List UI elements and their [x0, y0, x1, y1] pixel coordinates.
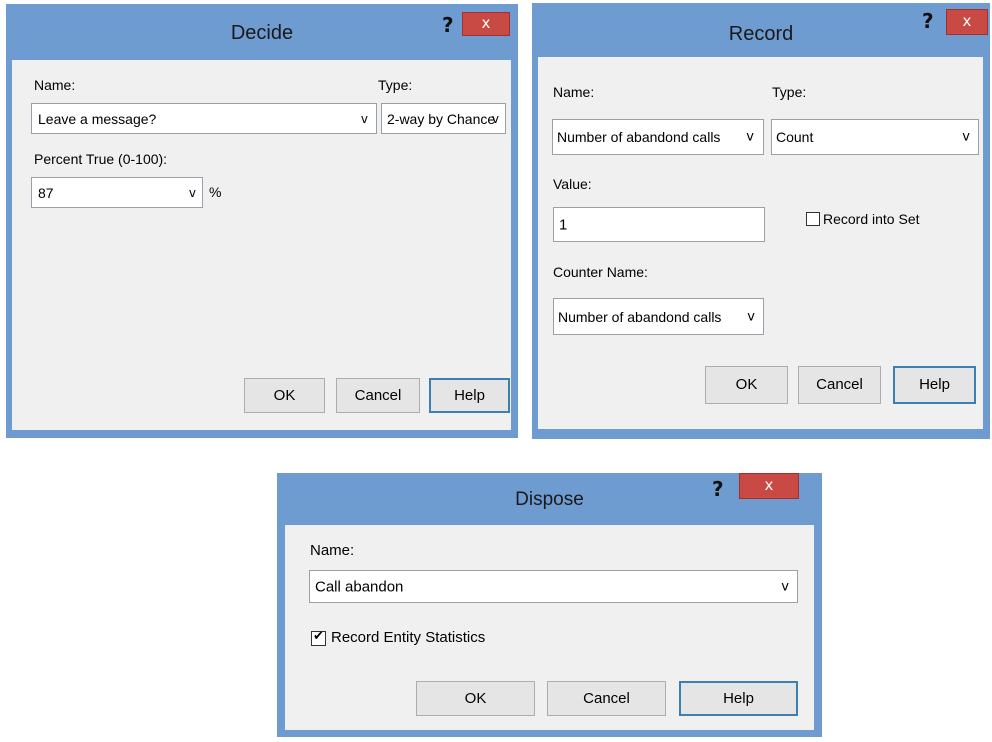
record-into-set-label: Record into Set	[823, 211, 920, 227]
help-icon[interactable]: ?	[712, 477, 724, 501]
decide-titlebar[interactable]: Decide ? x	[6, 4, 518, 58]
ok-button[interactable]: OK	[244, 378, 325, 413]
close-icon[interactable]: x	[462, 12, 510, 36]
record-into-set-checkbox[interactable]	[806, 212, 820, 226]
cancel-button[interactable]: Cancel	[798, 366, 881, 404]
name-value: Call abandon	[315, 578, 404, 595]
checkmark-icon: ✔	[313, 629, 324, 644]
name-value: Leave a message?	[38, 110, 157, 127]
type-combobox[interactable]: Count v	[771, 119, 979, 155]
help-icon[interactable]: ?	[922, 9, 934, 33]
type-value: 2-way by Chance	[387, 110, 496, 127]
type-label: Type:	[772, 84, 807, 100]
value-label: Value:	[553, 176, 592, 192]
close-icon[interactable]: x	[739, 473, 799, 499]
record-entity-statistics-checkbox[interactable]: ✔	[311, 629, 326, 646]
percent-true-combobox[interactable]: 87 v	[31, 177, 203, 208]
counter-name-value: Number of abandond calls	[558, 308, 722, 325]
percent-unit: %	[209, 184, 222, 200]
name-label: Name:	[34, 77, 76, 93]
percent-true-label: Percent True (0-100):	[34, 151, 168, 167]
decide-dialog: Decide ? x Name: Type: Leave a message? …	[6, 4, 518, 438]
record-client-area: Name: Type: Number of abandond calls v C…	[538, 57, 983, 429]
type-label: Type:	[378, 77, 413, 93]
chevron-down-icon[interactable]: v	[492, 112, 499, 126]
chevron-down-icon[interactable]: v	[189, 186, 196, 200]
name-combobox[interactable]: Call abandon v	[309, 570, 798, 603]
name-label: Name:	[553, 84, 595, 100]
cancel-button[interactable]: Cancel	[336, 378, 420, 413]
type-value: Count	[776, 129, 814, 145]
close-icon[interactable]: x	[946, 9, 988, 35]
decide-client-area: Name: Type: Leave a message? v 2-way by …	[12, 60, 511, 430]
value-input[interactable]: 1	[553, 207, 765, 242]
percent-value: 87	[38, 184, 54, 201]
chevron-down-icon[interactable]: v	[746, 130, 754, 145]
record-dialog: Record ? x Name: Type: Number of abandon…	[532, 3, 990, 439]
chevron-down-icon[interactable]: v	[781, 579, 789, 594]
name-combobox[interactable]: Number of abandond calls v	[552, 119, 764, 155]
ok-button[interactable]: OK	[416, 681, 535, 716]
type-combobox[interactable]: 2-way by Chance v	[381, 103, 506, 134]
help-button[interactable]: Help	[429, 378, 510, 413]
counter-name-combobox[interactable]: Number of abandond calls v	[553, 298, 764, 335]
dispose-dialog: Dispose ? x Name: Call abandon v ✔ Recor…	[277, 473, 822, 737]
help-icon[interactable]: ?	[442, 13, 454, 37]
name-combobox[interactable]: Leave a message? v	[31, 103, 377, 134]
record-titlebar[interactable]: Record ? x	[532, 3, 990, 55]
ok-button[interactable]: OK	[705, 366, 788, 404]
help-button[interactable]: Help	[893, 366, 976, 404]
dispose-client-area: Name: Call abandon v ✔ Record Entity Sta…	[285, 525, 814, 730]
chevron-down-icon[interactable]: v	[962, 130, 970, 145]
help-button[interactable]: Help	[679, 681, 798, 716]
record-entity-statistics-label: Record Entity Statistics	[331, 629, 486, 646]
name-label: Name:	[310, 542, 355, 559]
chevron-down-icon[interactable]: v	[747, 309, 755, 324]
cancel-button[interactable]: Cancel	[547, 681, 666, 716]
name-value: Number of abandond calls	[557, 129, 721, 145]
dispose-titlebar[interactable]: Dispose ? x	[277, 473, 822, 523]
value-text: 1	[559, 216, 568, 233]
counter-name-label: Counter Name:	[553, 264, 648, 280]
chevron-down-icon[interactable]: v	[361, 112, 368, 126]
